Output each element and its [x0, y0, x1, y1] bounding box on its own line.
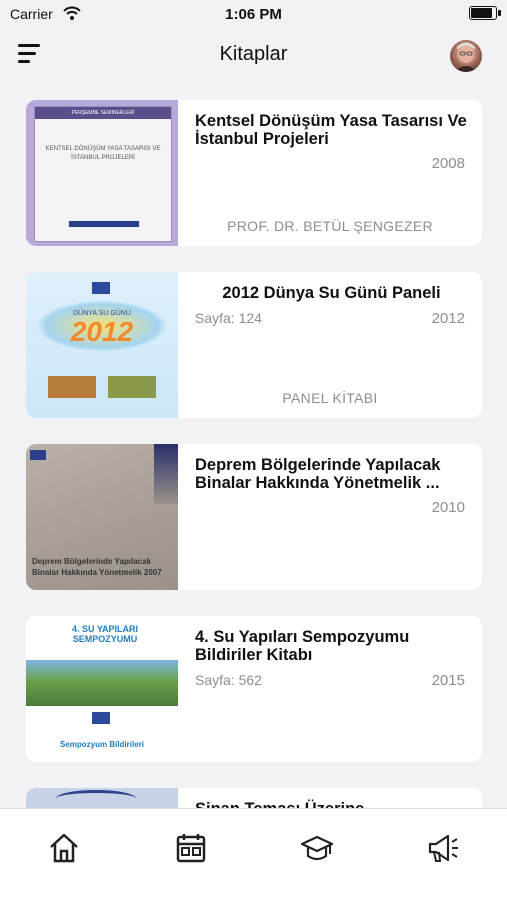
cover-header: PERŞEMBE SEMİNERLERİ — [35, 107, 171, 119]
graduation-cap-icon[interactable] — [300, 831, 334, 865]
book-title: Kentsel Dönüşüm Yasa Tasarısı Ve İstanbu… — [195, 112, 467, 148]
book-card[interactable]: Sinan Teması Üzerine — [26, 788, 482, 808]
book-title: Sinan Teması Üzerine — [195, 800, 468, 808]
status-bar: Carrier 1:06 PM — [0, 0, 507, 28]
book-list[interactable]: PERŞEMBE SEMİNERLERİ KENTSEL DÖNÜŞÜM YAS… — [0, 100, 507, 808]
cover-title: KENTSEL DÖNÜŞÜM YASA TASARISI VE İSTANBU… — [45, 146, 161, 161]
clock: 1:06 PM — [225, 6, 282, 23]
book-pages: Sayfa: 124 — [195, 310, 262, 326]
book-author: PROF. DR. BETÜL ŞENGEZER — [227, 218, 433, 234]
book-info: Kentsel Dönüşüm Yasa Tasarısı Ve İstanbu… — [178, 100, 482, 246]
battery-icon — [469, 6, 501, 20]
book-year: 2012 — [431, 310, 465, 327]
cover-headline: 4. SU YAPILARI SEMPOZYUMU — [71, 624, 139, 644]
megaphone-icon[interactable] — [426, 831, 460, 865]
book-card[interactable]: PERŞEMBE SEMİNERLERİ KENTSEL DÖNÜŞÜM YAS… — [26, 100, 482, 246]
avatar[interactable] — [450, 40, 482, 72]
book-year: 2010 — [431, 499, 465, 516]
user-photo-icon — [454, 42, 478, 72]
book-year: 2015 — [431, 672, 465, 689]
cover-footer: Sempozyum Bildirileri — [59, 740, 145, 749]
book-cover: Deprem Bölgelerinde Yapılacak Binalar Ha… — [26, 444, 178, 590]
book-info: Sinan Teması Üzerine — [178, 788, 482, 808]
book-title: Deprem Bölgelerinde Yapılacak Binalar Ha… — [195, 456, 441, 492]
page-title: Kitaplar — [219, 43, 288, 65]
navigation-bar: Kitaplar — [0, 28, 507, 84]
book-card[interactable]: Deprem Bölgelerinde Yapılacak Binalar Ha… — [26, 444, 482, 590]
book-info: Deprem Bölgelerinde Yapılacak Binalar Ha… — [178, 444, 482, 590]
book-title: 4. Su Yapıları Sempozyumu Bildiriler Kit… — [195, 628, 410, 664]
book-card[interactable]: 4. SU YAPILARI SEMPOZYUMU Sempozyum Bild… — [26, 616, 482, 762]
home-icon[interactable] — [47, 831, 81, 865]
tab-bar — [0, 808, 507, 901]
cover-title: Deprem Bölgelerinde Yapılacak Binalar Ha… — [32, 557, 162, 577]
book-cover: PERŞEMBE SEMİNERLERİ KENTSEL DÖNÜŞÜM YAS… — [26, 100, 178, 246]
book-cover: 4. SU YAPILARI SEMPOZYUMU Sempozyum Bild… — [26, 616, 178, 762]
book-year: 2008 — [431, 155, 465, 172]
cover-year: 2012 — [70, 316, 134, 347]
book-cover — [26, 788, 178, 808]
book-card[interactable]: DÜNYA SU GÜNÜ 2012 2012 Dünya Su Günü Pa… — [26, 272, 482, 418]
book-author: PANEL KİTABI — [282, 390, 378, 406]
book-cover: DÜNYA SU GÜNÜ 2012 — [26, 272, 178, 418]
calendar-icon[interactable] — [174, 831, 208, 865]
book-info: 2012 Dünya Su Günü Paneli Sayfa: 124 201… — [178, 272, 482, 418]
book-title: 2012 Dünya Su Günü Paneli — [222, 284, 441, 302]
book-info: 4. Su Yapıları Sempozyumu Bildiriler Kit… — [178, 616, 482, 762]
book-pages: Sayfa: 562 — [195, 672, 262, 688]
